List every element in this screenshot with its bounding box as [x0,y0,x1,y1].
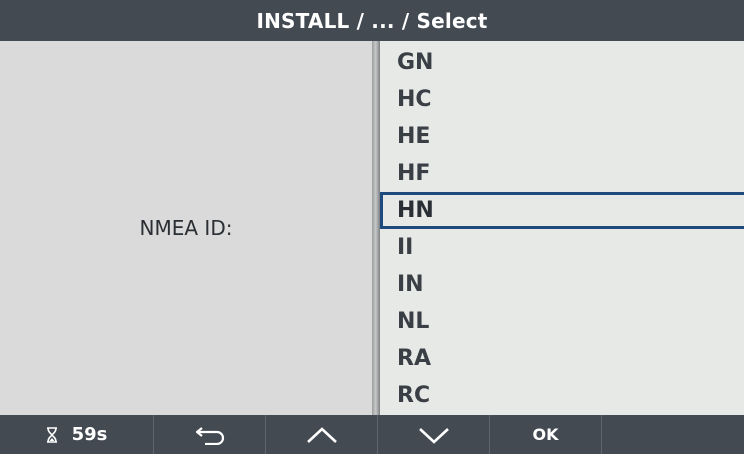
list-item[interactable]: HE [380,118,744,155]
list-item[interactable]: RA [380,340,744,377]
title-text: INSTALL / ... / Select [256,8,488,33]
bottom-bar: 59s OK [0,415,744,454]
list-item[interactable]: HF [380,155,744,192]
field-label: NMEA ID: [139,216,233,240]
list-item[interactable]: RC [380,377,744,414]
field-label-panel: NMEA ID: [0,41,372,415]
empty-softkey [602,415,744,454]
up-button[interactable] [266,415,378,454]
back-button[interactable] [154,415,266,454]
list-item[interactable]: IN [380,266,744,303]
selection-list[interactable]: GLGNHCHEHFHNIIINNLRARC [380,41,744,414]
ok-button[interactable]: OK [490,415,602,454]
list-item[interactable]: NL [380,303,744,340]
selection-list-panel[interactable]: GLGNHCHEHFHNIIINNLRARC [380,41,744,415]
down-button[interactable] [378,415,490,454]
back-arrow-icon [195,426,224,445]
hourglass-icon [46,426,57,443]
window-title: INSTALL / ... / Select [0,0,744,41]
list-item[interactable]: HC [380,81,744,118]
list-item-selected[interactable]: HN [380,192,744,229]
list-item[interactable]: GN [380,44,744,81]
timer-display: 59s [0,415,154,454]
timer-value: 59s [71,424,108,445]
ok-label: OK [532,425,559,444]
list-item[interactable]: II [380,229,744,266]
panel-divider [372,41,380,415]
chevron-up-icon [306,426,337,443]
chevron-down-icon [418,427,449,444]
